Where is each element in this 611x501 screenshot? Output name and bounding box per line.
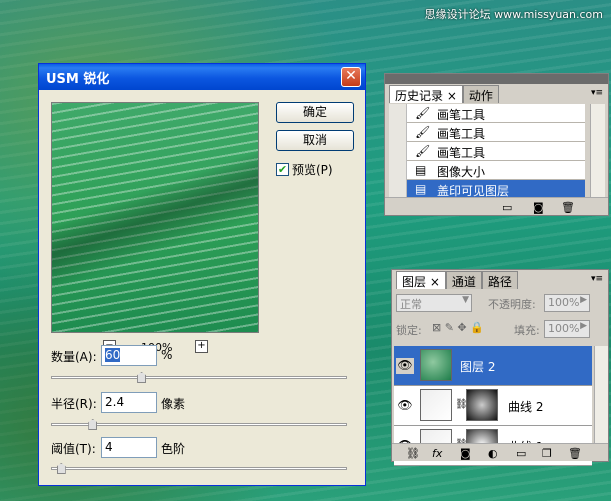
merge-visible-icon: ▤ (415, 182, 427, 196)
preview-checkbox[interactable]: ✔ (276, 163, 289, 176)
eye-icon[interactable]: 👁 (396, 358, 414, 374)
trash-icon[interactable]: 🗑 (561, 201, 575, 214)
mask-icon[interactable]: ◙ (460, 447, 471, 460)
radius-unit: 像素 (161, 397, 186, 411)
threshold-row: 阈值(T): 4 色阶 (51, 437, 351, 459)
watermark: 思缘设计论坛 www.missyuan.com (424, 8, 603, 21)
amount-row: 数量(A): 60 % (51, 345, 351, 367)
preview-checkbox-row[interactable]: ✔ 预览(P) (276, 161, 333, 177)
history-list: 🖌 画笔工具 🖌 画笔工具 🖌 画笔工具 ▤ 图像大小 ▤ 盖印可见图层 (389, 104, 585, 199)
tab-channels[interactable]: 通道 (445, 271, 482, 289)
snapshot-source-box[interactable] (389, 142, 407, 161)
snapshot-source-box[interactable] (389, 123, 407, 142)
opacity-label: 不透明度: (488, 298, 536, 311)
snapshot-source-box[interactable] (389, 104, 407, 123)
history-panel: 历史记录 × 动作 ▾≡ 🖌 画笔工具 🖌 画笔工具 🖌 画笔工具 ▤ 图像大小 ▤ 盖印可… (384, 73, 609, 216)
adjustment-icon[interactable]: ◐ (488, 447, 498, 460)
slider-track (51, 376, 347, 379)
threshold-input[interactable]: 4 (101, 437, 157, 458)
tab-paths[interactable]: 路径 (481, 271, 518, 289)
cancel-button[interactable]: 取消 (276, 130, 354, 151)
fx-icon[interactable]: fx (432, 447, 442, 460)
brush-icon: 🖌 (415, 144, 431, 158)
amount-input[interactable]: 60 (101, 345, 157, 366)
radius-row: 半径(R): 2.4 像素 (51, 392, 351, 414)
ok-button[interactable]: 确定 (276, 102, 354, 123)
threshold-unit: 色阶 (161, 442, 186, 456)
close-button[interactable]: ✕ (341, 67, 361, 87)
layer-row[interactable]: 👁 ⛓ 曲线 2 (394, 386, 592, 426)
history-item[interactable]: 🖌 画笔工具 (389, 142, 585, 161)
blend-mode-select[interactable]: 正常 ▼ (396, 294, 472, 312)
panel-menu-icon[interactable]: ▾≡ (591, 274, 603, 284)
layers-scrollbar[interactable] (594, 346, 608, 444)
snapshot-icon[interactable]: ◙ (533, 201, 544, 214)
snapshot-source-box[interactable] (389, 161, 407, 180)
eye-icon[interactable]: 👁 (396, 398, 414, 414)
layers-footer: ⛓ fx ◙ ◐ ▭ ❐ 🗑 (392, 443, 608, 461)
slider-thumb[interactable] (56, 463, 66, 474)
panel-grip[interactable] (385, 74, 608, 84)
usm-sharpen-dialog: USM 锐化 ✕ − 100% + 确定 取消 ✔预览(P) 数量(A): 60… (38, 63, 366, 486)
trash-icon[interactable]: 🗑 (568, 447, 582, 460)
slider-thumb[interactable] (88, 419, 98, 430)
folder-icon[interactable]: ▭ (516, 447, 526, 460)
dialog-title: USM 锐化 (46, 72, 110, 87)
threshold-slider[interactable] (51, 463, 347, 474)
amount-unit: % (161, 348, 173, 362)
close-icon: ✕ (345, 68, 357, 84)
layer-thumbnail (420, 349, 452, 381)
new-layer-icon[interactable]: ❐ (542, 447, 552, 460)
history-item[interactable]: ▤ 图像大小 (389, 161, 585, 180)
layer-row-selected[interactable]: 👁 图层 2 (394, 346, 592, 386)
amount-slider[interactable] (51, 372, 347, 383)
radius-label: 半径(R): (51, 397, 97, 411)
history-item[interactable]: 🖌 画笔工具 (389, 104, 585, 123)
slider-track (51, 467, 347, 470)
fill-input[interactable]: 100% ▶ (544, 320, 590, 338)
brush-icon: 🖌 (415, 106, 431, 120)
history-footer: ▭ ◙ 🗑 (385, 197, 608, 215)
fill-label: 填充: (514, 324, 540, 337)
curves-adjustment-icon (420, 389, 452, 421)
dialog-titlebar[interactable]: USM 锐化 ✕ (39, 64, 365, 90)
tab-actions[interactable]: 动作 (462, 85, 499, 103)
layers-panel: 图层 × 通道 路径 ▾≡ 正常 ▼ 不透明度: 100% ▶ 锁定: ⊠ ✎ ✥ 🔒 … (391, 269, 609, 466)
image-size-icon: ▤ (415, 163, 427, 177)
radius-slider[interactable] (51, 419, 347, 430)
amount-label: 数量(A): (51, 350, 97, 364)
history-tabs: 历史记录 × 动作 ▾≡ (385, 84, 608, 103)
lock-icons[interactable]: ⊠ ✎ ✥ 🔒 (432, 321, 484, 334)
slider-thumb[interactable] (137, 372, 147, 383)
history-item[interactable]: 🖌 画笔工具 (389, 123, 585, 142)
tab-history[interactable]: 历史记录 × (389, 85, 463, 103)
brush-icon: 🖌 (415, 125, 431, 139)
lock-label: 锁定: (396, 324, 422, 337)
layers-tabs: 图层 × 通道 路径 ▾≡ (392, 270, 608, 290)
preview-label: 预览(P) (292, 163, 333, 177)
threshold-label: 阈值(T): (51, 442, 96, 456)
radius-input[interactable]: 2.4 (101, 392, 157, 413)
panel-menu-icon[interactable]: ▾≡ (591, 88, 603, 98)
layer-mask-thumbnail (466, 389, 498, 421)
new-document-icon[interactable]: ▭ (502, 201, 512, 214)
link-icon[interactable]: ⛓ (406, 447, 420, 460)
tab-layers[interactable]: 图层 × (396, 271, 446, 289)
preview-image[interactable] (51, 102, 259, 333)
history-scrollbar[interactable] (590, 104, 605, 197)
opacity-input[interactable]: 100% ▶ (544, 294, 590, 312)
